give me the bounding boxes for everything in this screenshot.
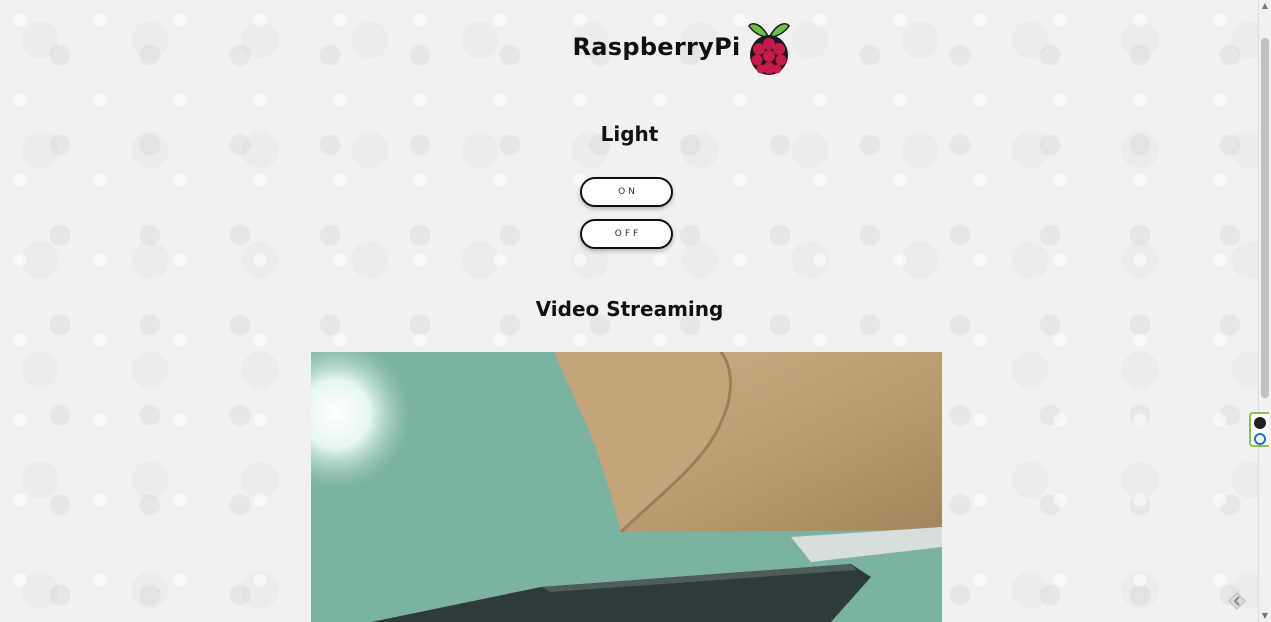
site-title: RaspberryPi [572, 33, 741, 61]
site-header: RaspberryPi [0, 18, 1259, 76]
extension-widget[interactable] [1249, 412, 1269, 447]
video-stream [311, 352, 942, 622]
extension-logo-icon[interactable] [1254, 433, 1266, 445]
page: RaspberryPi Light ON OFF Video Streaming [0, 0, 1259, 622]
scroll-down-arrow-icon[interactable]: ▼ [1259, 610, 1271, 622]
vertical-scrollbar[interactable]: ▲ ▼ [1258, 0, 1271, 622]
video-streaming-heading: Video Streaming [535, 297, 724, 321]
back-arrow-icon[interactable] [1228, 592, 1246, 610]
close-icon[interactable] [1254, 417, 1266, 429]
scroll-up-arrow-icon[interactable]: ▲ [1259, 0, 1271, 12]
video-frame [311, 352, 942, 622]
raspberry-icon [747, 23, 790, 75]
light-on-button[interactable]: ON [580, 177, 673, 207]
light-off-button[interactable]: OFF [580, 219, 673, 249]
light-heading: Light [600, 122, 659, 146]
scroll-thumb[interactable] [1261, 38, 1269, 398]
